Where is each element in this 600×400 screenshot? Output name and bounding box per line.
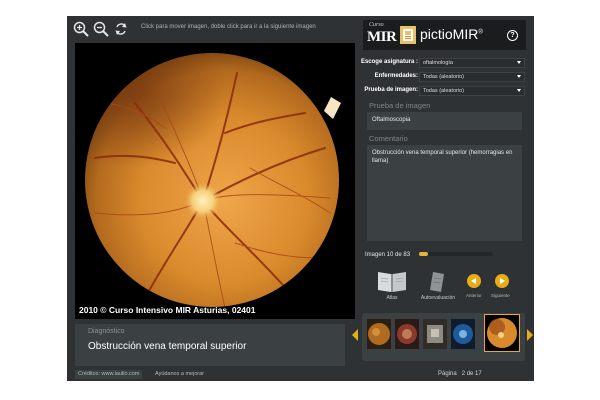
footer: Créditos: www.laullo.com Ayúdanos a mejo…: [75, 370, 525, 380]
filter-subject: Escoge asignatura : oftalmología: [361, 58, 526, 68]
diagnosis-panel: Diagnóstico Obstrucción vena temporal su…: [75, 324, 345, 366]
image-progress-bar: [419, 252, 493, 256]
brand-mir: MIR: [367, 29, 397, 45]
image-progress-fill: [419, 252, 428, 256]
comment-panel-label: Comentario: [369, 134, 408, 143]
brand-curso: Curso: [369, 22, 384, 28]
image-viewer[interactable]: 2010 © Curso Intensivo MIR Asturias, 024…: [75, 43, 355, 319]
thumbnail[interactable]: [395, 319, 419, 349]
thumbs-left-arrow-icon[interactable]: [352, 329, 358, 341]
next-button[interactable]: [495, 274, 509, 288]
self-eval-label: Autoevaluación: [420, 295, 456, 301]
chevron-down-icon: [517, 89, 521, 92]
fundus-photo[interactable]: [75, 43, 355, 319]
help-improve-link[interactable]: Ayúdanos a mejorar: [155, 370, 204, 379]
test-panel: Oftalmoscopia: [367, 112, 522, 130]
test-panel-value: Oftalmoscopia: [372, 117, 411, 123]
credits-link[interactable]: Créditos: www.laullo.com: [75, 370, 143, 379]
thumbnail[interactable]: [367, 319, 391, 349]
diagnosis-label: Diagnóstico: [88, 328, 125, 335]
filter-diseases: Enfermedades: Todas (aleatorio): [361, 72, 526, 82]
thumbnail-active[interactable]: [484, 314, 520, 352]
chevron-down-icon: [517, 61, 521, 64]
diseases-select[interactable]: Todas (aleatorio): [419, 72, 525, 82]
image-toolbar: Click para mover imagen, doble click par…: [67, 16, 359, 42]
imaging-select-value: Todas (aleatorio): [423, 88, 464, 94]
image-copyright: 2010 © Curso Intensivo MIR Asturias, 024…: [79, 305, 256, 315]
app-header: Curso MIR pictioMIR® ?: [363, 20, 526, 50]
zoom-out-icon[interactable]: [93, 21, 109, 37]
app-name-text: pictioMIR: [420, 26, 479, 42]
image-counter: Imagen 10 de 83: [365, 252, 411, 258]
filter-diseases-label: Enfermedades:: [374, 73, 418, 79]
thumbnail[interactable]: [423, 319, 447, 349]
self-eval-button[interactable]: Autoevaluación: [417, 269, 459, 303]
pictiomir-logo-icon: [400, 26, 416, 44]
comment-panel: Obstrucción vena temporal superior (hemo…: [367, 145, 522, 241]
imaging-select[interactable]: Todas (aleatorio): [419, 86, 525, 96]
pagination: Página 2 de 17: [438, 370, 482, 379]
comment-panel-value: Obstrucción vena temporal superior (hemo…: [372, 150, 513, 164]
toolbar-hint: Click para mover imagen, doble click par…: [141, 24, 316, 30]
filter-imaging-label: Prueba de imagen:: [364, 87, 418, 93]
page-value: 2 de 17: [461, 371, 482, 377]
app-name: pictioMIR®: [420, 26, 483, 42]
chevron-down-icon: [517, 75, 521, 78]
previous-label: Anterior: [466, 293, 482, 298]
previous-button[interactable]: [467, 274, 481, 288]
atlas-label: Atlas: [386, 295, 398, 301]
filter-subject-label: Escoge asignatura :: [360, 59, 418, 65]
subject-select-value: oftalmología: [423, 60, 453, 66]
filter-imaging: Prueba de imagen: Todas (aleatorio): [361, 86, 526, 96]
page-label: Página: [438, 371, 457, 377]
thumbnail[interactable]: [451, 319, 475, 349]
next-label: Siguiente: [491, 293, 510, 298]
thumbs-right-arrow-icon[interactable]: [527, 329, 533, 341]
rotate-icon[interactable]: [113, 21, 129, 37]
zoom-in-icon[interactable]: [73, 21, 89, 37]
document-icon: [430, 272, 444, 292]
help-icon[interactable]: ?: [507, 30, 518, 41]
diagnosis-text: Obstrucción vena temporal superior: [88, 341, 247, 352]
atlas-button[interactable]: Atlas: [375, 269, 409, 303]
thumbnail-strip: [362, 313, 525, 361]
pictiomir-window: Click para mover imagen, doble click par…: [67, 16, 534, 381]
book-icon: [378, 272, 406, 292]
test-panel-label: Prueba de imagen: [369, 101, 431, 110]
subject-select[interactable]: oftalmología: [419, 58, 525, 68]
diseases-select-value: Todas (aleatorio): [423, 74, 464, 80]
registered-mark: ®: [478, 29, 483, 36]
